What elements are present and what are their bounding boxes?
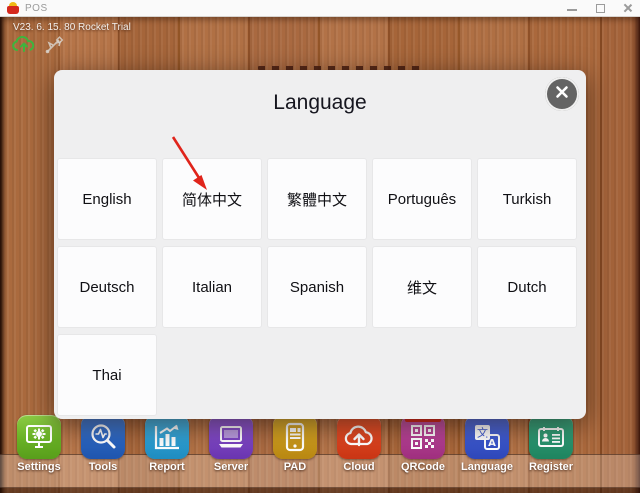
toolbar-label-language[interactable]: Language (455, 461, 519, 473)
settings-monitor-gear-icon (22, 420, 56, 454)
window-controls (566, 0, 634, 16)
language-button-dutch[interactable]: Dutch (478, 247, 576, 327)
id-card-icon (534, 420, 568, 454)
language-button-simplified-chinese[interactable]: 简体中文 (163, 159, 261, 239)
language-button-turkish[interactable]: Turkish (478, 159, 576, 239)
dialog-close-button[interactable] (545, 77, 579, 111)
toolbar-tools-button[interactable] (81, 415, 125, 459)
language-button-portuguese[interactable]: Português (373, 159, 471, 239)
usb-status-icon[interactable] (44, 35, 64, 60)
window-close-icon[interactable] (622, 2, 634, 14)
qr-code-icon (406, 420, 440, 454)
language-grid: English 简体中文 繁體中文 Português Turkish Deut… (58, 159, 580, 415)
svg-text:文: 文 (477, 426, 488, 440)
toolbar-label-tools[interactable]: Tools (71, 461, 135, 473)
language-button-spanish[interactable]: Spanish (268, 247, 366, 327)
close-icon (554, 84, 570, 105)
cloud-upload-icon (342, 420, 376, 454)
tablet-icon (278, 420, 312, 454)
toolbar-language-button[interactable]: 文 A (465, 415, 509, 459)
bottom-edge-strip (0, 487, 640, 493)
language-button-english[interactable]: English (58, 159, 156, 239)
cloud-upload-status-icon[interactable] (11, 35, 37, 60)
laptop-icon (214, 420, 248, 454)
toolbar-label-pad[interactable]: PAD (263, 461, 327, 473)
toolbar-register-button[interactable] (529, 415, 573, 459)
language-button-traditional-chinese[interactable]: 繁體中文 (268, 159, 366, 239)
toolbar-pad-button[interactable] (273, 415, 317, 459)
translate-icon: 文 A (470, 420, 504, 454)
toolbar-label-server[interactable]: Server (199, 461, 263, 473)
window-title: POS (25, 3, 48, 14)
language-button-thai[interactable]: Thai (58, 335, 156, 415)
window-titlebar: POS (0, 0, 640, 17)
status-icons (11, 35, 64, 60)
toolbar-label-qrcode[interactable]: QRCode (391, 461, 455, 473)
toolbar-label-report[interactable]: Report (135, 461, 199, 473)
toolbar-report-button[interactable] (145, 415, 189, 459)
toolbar-cloud-button[interactable] (337, 415, 381, 459)
language-button-italian[interactable]: Italian (163, 247, 261, 327)
svg-text:A: A (488, 438, 496, 449)
language-button-uyghur[interactable]: 维文 (373, 247, 471, 327)
toolbar-server-button[interactable] (209, 415, 253, 459)
language-button-deutsch[interactable]: Deutsch (58, 247, 156, 327)
toolbar-settings-button[interactable] (17, 415, 61, 459)
toolbar-label-cloud[interactable]: Cloud (327, 461, 391, 473)
bar-chart-arrow-icon (150, 420, 184, 454)
app-logo-icon (7, 2, 19, 14)
magnifier-pulse-icon (86, 420, 120, 454)
language-dialog: Language English 简体中文 繁體中文 Português Tur… (54, 70, 586, 419)
version-text: V23. 6. 15. 80 Rocket Trial (13, 22, 131, 33)
toolbar-label-settings[interactable]: Settings (7, 461, 71, 473)
minimize-icon[interactable] (566, 2, 578, 14)
toolbar-label-register[interactable]: Register (519, 461, 583, 473)
dialog-title: Language (54, 91, 586, 115)
maximize-icon[interactable] (594, 2, 606, 14)
